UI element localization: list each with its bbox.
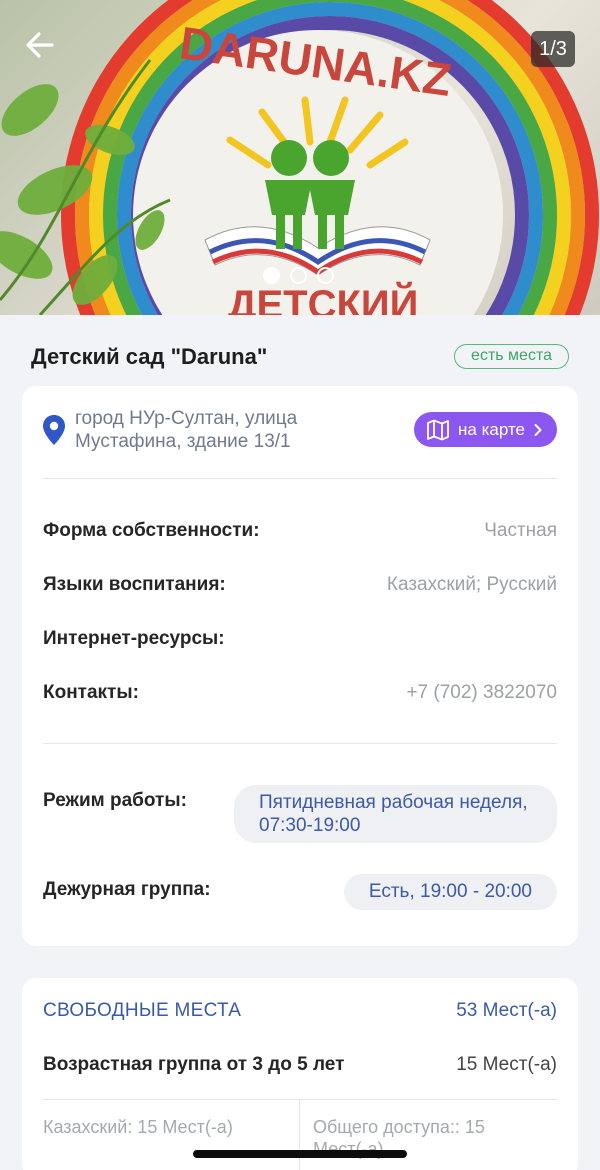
ownership-label: Форма собственности:	[43, 520, 260, 541]
duty-group-label: Дежурная группа:	[43, 879, 211, 900]
divider	[43, 1099, 557, 1100]
show-on-map-button[interactable]: на карте	[414, 412, 557, 447]
home-indicator[interactable]	[193, 1150, 407, 1158]
free-places-card: СВОБОДНЫЕ МЕСТА 53 Мест(-а) Возрастная г…	[22, 978, 578, 1170]
column-separator	[299, 1100, 300, 1170]
kazakh-places: Казахский: 15 Мест(-а)	[43, 1117, 233, 1137]
carousel-dots	[263, 267, 334, 284]
back-button[interactable]	[26, 32, 62, 68]
location-pin-icon	[43, 415, 65, 445]
carousel-dot-1[interactable]	[263, 267, 280, 284]
carousel-dot-3[interactable]	[317, 267, 334, 284]
photo-carousel[interactable]: DARUNA.KZ ДЕТСКИЙ 1/3	[0, 0, 600, 315]
free-places-total: 53 Мест(-а)	[456, 1000, 557, 1021]
photo-counter: 1/3	[531, 31, 575, 67]
map-button-label: на карте	[458, 419, 525, 439]
internet-resources-label: Интернет-ресурсы:	[43, 628, 225, 649]
arrow-left-icon	[26, 32, 54, 58]
duty-group-value: Есть, 19:00 - 20:00	[343, 874, 557, 910]
address-text: город НУр-Султан, улица Мустафина, здани…	[75, 408, 298, 452]
work-mode-label: Режим работы:	[43, 790, 187, 811]
contacts-phone[interactable]: +7 (702) 3822070	[406, 682, 557, 704]
divider	[43, 478, 557, 479]
divider	[43, 743, 557, 744]
logo-text-bottom: ДЕТСКИЙ	[228, 281, 418, 315]
info-card: город НУр-Султан, улица Мустафина, здани…	[22, 386, 578, 946]
ownership-value: Частная	[484, 520, 557, 541]
contacts-label: Контакты:	[43, 682, 139, 703]
title-row: Детский сад "Daruna" есть места	[0, 315, 600, 385]
page-title: Детский сад "Daruna"	[31, 344, 268, 369]
carousel-dot-2[interactable]	[290, 267, 307, 284]
languages-label: Языки воспитания:	[43, 574, 226, 595]
work-mode-value: Пятидневная рабочая неделя, 07:30-19:00	[234, 785, 557, 843]
free-places-heading: СВОБОДНЫЕ МЕСТА	[43, 1000, 242, 1021]
age-group-label: Возрастная группа от 3 до 5 лет	[43, 1054, 345, 1075]
languages-value: Казахский; Русский	[386, 574, 557, 595]
age-group-count: 15 Мест(-а)	[456, 1054, 557, 1075]
status-badge: есть места	[454, 344, 569, 369]
map-icon	[427, 419, 449, 440]
chevron-right-icon	[534, 423, 542, 436]
